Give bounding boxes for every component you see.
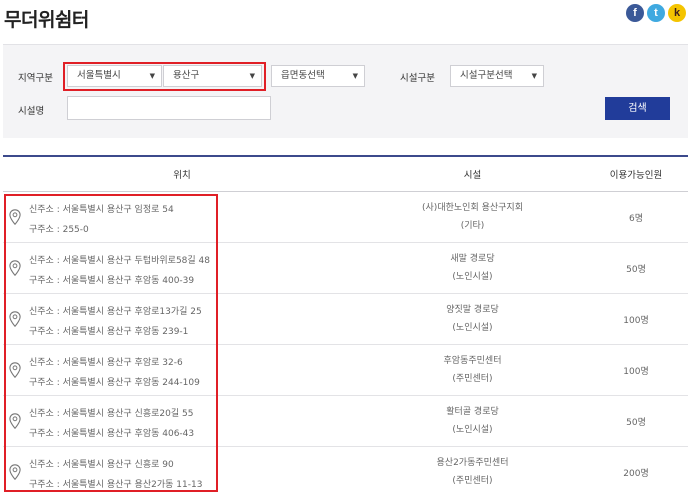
- facility-type: (노인시설): [452, 272, 493, 282]
- facebook-icon[interactable]: f: [626, 4, 644, 22]
- kakaostory-icon[interactable]: k: [668, 4, 686, 22]
- facility-cell: 새말 경로당 (노인시설): [361, 250, 584, 286]
- page-title: 무더위쉼터: [4, 9, 89, 31]
- capacity-cell: 100명: [623, 315, 649, 326]
- capacity-cell: 50명: [626, 264, 646, 275]
- facility-cell: 양짓말 경로당 (노인시설): [361, 301, 584, 337]
- facility-type-select-value: 시설구분선택: [460, 70, 513, 81]
- twitter-icon[interactable]: t: [647, 4, 665, 22]
- facility-name: 활터골 경로당: [446, 407, 499, 417]
- capacity-cell: 100명: [623, 366, 649, 377]
- capacity-cell: 50명: [626, 417, 646, 428]
- facility-name: 용산2가동주민센터: [436, 458, 509, 468]
- facility-type: (기타): [460, 221, 485, 231]
- header-location: 위치: [173, 170, 191, 181]
- facility-name: (사)대한노인회 용산구지회: [422, 203, 523, 213]
- facility-type: (주민센터): [452, 374, 493, 384]
- facility-type: (주민센터): [452, 476, 493, 486]
- facility-type: (노인시설): [452, 425, 493, 435]
- facility-type-label: 시설구분: [400, 73, 435, 84]
- facility-name: 후암동주민센터: [443, 356, 502, 366]
- region-label: 지역구분: [18, 73, 53, 84]
- location-highlight-box: [4, 194, 218, 492]
- search-button[interactable]: 검색: [605, 97, 670, 120]
- facility-name-label: 시설명: [18, 106, 45, 117]
- capacity-cell: 200명: [623, 468, 649, 479]
- facility-name: 양짓말 경로당: [446, 305, 499, 315]
- header-facility: 시설: [463, 170, 482, 181]
- search-panel: [3, 44, 688, 138]
- facility-type: (노인시설): [452, 323, 493, 333]
- region-highlight-box: [63, 62, 266, 91]
- capacity-cell: 6명: [628, 213, 643, 224]
- facility-cell: (사)대한노인회 용산구지회 (기타): [361, 199, 584, 235]
- facility-name: 새말 경로당: [450, 254, 495, 264]
- facility-cell: 후암동주민센터 (주민센터): [361, 352, 584, 388]
- facility-name-input[interactable]: [67, 96, 271, 120]
- table-header: 위치 시설 이용가능인원: [3, 157, 688, 192]
- facility-cell: 용산2가동주민센터 (주민센터): [361, 454, 584, 490]
- town-select[interactable]: 읍면동선택 ▼: [271, 65, 365, 87]
- town-select-value: 읍면동선택: [281, 70, 325, 81]
- header-capacity: 이용가능인원: [609, 170, 663, 181]
- chevron-down-icon: ▼: [352, 72, 358, 80]
- social-share: f t k: [626, 4, 686, 22]
- chevron-down-icon: ▼: [531, 72, 537, 80]
- facility-cell: 활터골 경로당 (노인시설): [361, 403, 584, 439]
- facility-type-select[interactable]: 시설구분선택 ▼: [450, 65, 544, 87]
